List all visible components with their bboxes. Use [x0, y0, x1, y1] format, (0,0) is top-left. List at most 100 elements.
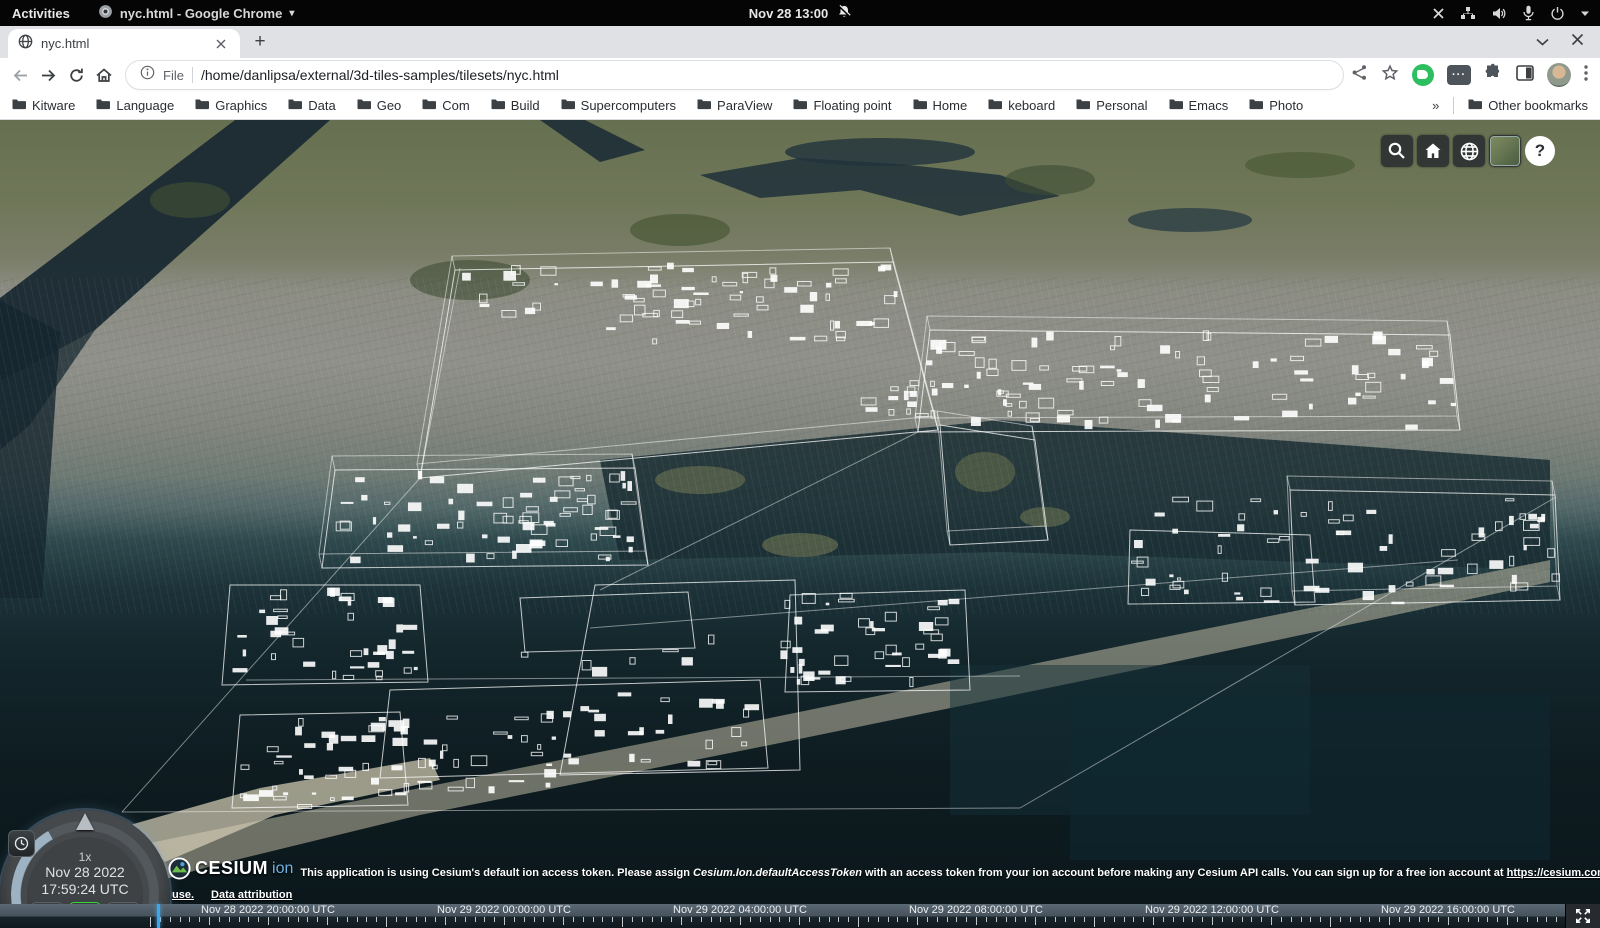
dots-extension-icon[interactable]: ··· [1447, 65, 1471, 85]
timeline-tick [347, 917, 348, 922]
tray-caret-icon[interactable] [1580, 10, 1590, 17]
timeline-tick [455, 917, 456, 922]
data-attribution-link[interactable]: Data attribution [211, 889, 292, 901]
bookmark-label: Kitware [32, 98, 75, 113]
page-info-icon[interactable] [140, 65, 155, 85]
help-button[interactable]: ? [1525, 136, 1555, 166]
bookmark-geo[interactable]: Geo [357, 98, 402, 113]
home-button[interactable] [90, 61, 118, 89]
bookmarks-divider [1453, 97, 1454, 114]
timeline-tick [907, 917, 908, 922]
bookmark-star-icon[interactable] [1381, 64, 1399, 87]
bookmarks-overflow-button[interactable]: » [1432, 98, 1439, 113]
timeline-needle[interactable] [157, 904, 160, 928]
reload-button[interactable] [62, 61, 90, 89]
cesium-ion-logo[interactable]: CESIUM ion [168, 857, 293, 880]
activities-button[interactable]: Activities [12, 6, 70, 21]
fullscreen-button[interactable] [1565, 904, 1600, 928]
timeline-tick [720, 917, 721, 922]
timeline-tick [671, 917, 672, 922]
tab-nyc[interactable]: nyc.html [8, 29, 240, 58]
bookmark-data[interactable]: Data [288, 98, 335, 113]
profile-avatar[interactable] [1547, 63, 1571, 87]
timeline-tick [1468, 917, 1469, 922]
timeline-tick [1389, 917, 1390, 925]
timeline-tick [416, 917, 417, 922]
bookmark-emacs[interactable]: Emacs [1169, 98, 1229, 113]
timeline-tick [1310, 917, 1311, 922]
timeline-tick [1527, 917, 1528, 922]
timeline-tick [976, 917, 977, 925]
timeline-tick [711, 917, 712, 922]
timeline-tick [947, 917, 948, 922]
browser-menu-kebab-icon[interactable] [1584, 65, 1588, 86]
bookmark-home[interactable]: Home [913, 98, 968, 113]
bookmark-paraview[interactable]: ParaView [697, 98, 772, 113]
timeline-label: Nov 29 2022 12:00:00 UTC [1145, 904, 1279, 917]
timeline-tick [1399, 917, 1400, 922]
bookmark-build[interactable]: Build [491, 98, 540, 113]
microphone-icon[interactable] [1522, 5, 1535, 21]
base-layer-picker-button[interactable] [1489, 135, 1521, 167]
timeline-tick [1251, 917, 1252, 922]
bookmark-personal[interactable]: Personal [1076, 98, 1147, 113]
timeline-tick [396, 917, 397, 922]
scene-mode-globe-button[interactable] [1453, 135, 1485, 167]
forward-button[interactable] [34, 61, 62, 89]
other-bookmarks-button[interactable]: Other bookmarks [1468, 98, 1588, 113]
window-close-icon[interactable] [1571, 33, 1584, 51]
cesium-com-link[interactable]: https://cesium.com [1507, 867, 1600, 879]
realtime-clock-button[interactable] [8, 830, 35, 857]
timeline-tick [661, 917, 662, 922]
back-button[interactable] [6, 61, 34, 89]
cesium-viewport[interactable]: ? 1x Nov 28 2022 17:59:24 UTC [0, 120, 1600, 928]
shuttle-ring-pointer[interactable] [76, 813, 94, 830]
timeline-tick [1222, 917, 1223, 922]
timeline[interactable]: Nov 28 2022 20:00:00 UTC Nov 29 2022 00:… [0, 904, 1600, 928]
upgrade-link-wrap[interactable]: use. [172, 889, 194, 901]
clock-text: Nov 28 13:00 [749, 6, 829, 21]
bookmark-kitware[interactable]: Kitware [12, 98, 75, 113]
timeline-tick [1124, 917, 1125, 922]
tray-close-icon[interactable] [1432, 7, 1445, 20]
timeline-tick [1507, 917, 1508, 925]
bookmark-supercomputers[interactable]: Supercomputers [561, 98, 676, 113]
timeline-tick [858, 917, 859, 927]
evernote-extension-icon[interactable] [1412, 64, 1434, 86]
address-bar[interactable]: File /home/danlipsa/external/3d-tiles-sa… [126, 61, 1343, 89]
folder-icon [697, 98, 711, 113]
power-icon[interactable] [1550, 6, 1565, 21]
network-icon[interactable] [1460, 6, 1476, 21]
timeline-tick [760, 917, 761, 922]
home-view-button[interactable] [1417, 135, 1449, 167]
side-panel-icon[interactable] [1516, 65, 1534, 86]
bookmark-graphics[interactable]: Graphics [195, 98, 267, 113]
timeline-tick [239, 917, 240, 922]
timeline-tick [1173, 917, 1174, 922]
timeline-tick [1487, 917, 1488, 922]
bookmark-photo[interactable]: Photo [1249, 98, 1303, 113]
tab-close-icon[interactable] [212, 35, 230, 53]
focused-window-menu[interactable]: nyc.html - Google Chrome ▾ [98, 4, 295, 22]
volume-icon[interactable] [1491, 6, 1507, 21]
timeline-tick [425, 917, 426, 922]
timeline-tick [809, 917, 810, 922]
clock-button[interactable]: Nov 28 13:00 [749, 4, 852, 22]
geocoder-search-button[interactable] [1381, 135, 1413, 167]
bookmark-keboard[interactable]: keboard [988, 98, 1055, 113]
new-tab-button[interactable]: + [246, 28, 274, 56]
timeline-tick [927, 917, 928, 922]
chrome-app-icon [98, 4, 113, 22]
window-title: nyc.html - Google Chrome [120, 6, 283, 21]
bookmark-com[interactable]: Com [422, 98, 469, 113]
folder-icon [988, 98, 1002, 113]
other-bookmarks-label: Other bookmarks [1488, 98, 1588, 113]
bookmark-language[interactable]: Language [96, 98, 174, 113]
timeline-tick [494, 917, 495, 922]
credit-second-line: use. Data attribution [172, 889, 292, 901]
bookmark-floating-point[interactable]: Floating point [793, 98, 891, 113]
share-icon[interactable] [1351, 64, 1368, 86]
extensions-puzzle-icon[interactable] [1484, 63, 1503, 87]
timeline-tick [435, 917, 436, 922]
tab-search-chevron-icon[interactable] [1536, 33, 1549, 51]
